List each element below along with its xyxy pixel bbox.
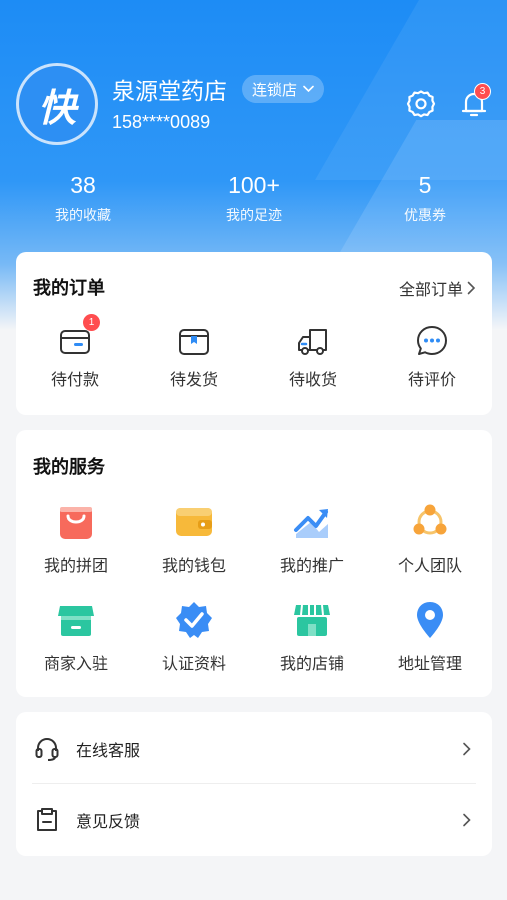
service-wallet[interactable]: 我的钱包 [139,502,249,576]
service-label: 我的推广 [279,556,344,575]
service-address[interactable]: 地址管理 [375,600,485,674]
service-label: 我的店铺 [279,654,344,673]
headset-icon [35,737,59,761]
phone-number: 158****0089 [112,112,211,132]
service-team[interactable]: 个人团队 [375,502,485,576]
service-label: 商家入驻 [43,654,108,673]
order-pending-shipment[interactable]: 待发货 [144,324,244,390]
order-label: 待收货 [288,370,337,389]
feedback-clipboard-icon [37,808,57,831]
stat-value: 100+ [228,172,280,198]
delivery-truck-icon [296,324,330,358]
wallet-card-icon: 1 [58,314,100,358]
menu-customer-service[interactable]: 在线客服 [16,714,492,784]
menu-feedback[interactable]: 意见反馈 [16,785,492,855]
trend-chart-icon [292,502,332,542]
verified-badge-icon [174,600,214,640]
stat-footprints[interactable]: 100+ 我的足迹 [194,172,314,225]
stat-label: 我的足迹 [226,208,282,224]
stat-value: 38 [70,172,96,198]
service-my-shop[interactable]: 我的店铺 [257,600,367,674]
order-pending-review[interactable]: 待评价 [382,324,482,390]
location-pin-icon [410,600,450,640]
chain-store-badge[interactable]: 连锁店 [242,75,325,103]
package-box-icon [177,324,211,358]
wallet-icon [174,502,214,542]
order-pending-payment[interactable]: 1 待付款 [25,314,125,390]
order-label: 待付款 [50,370,99,389]
notification-badge: 3 [474,83,491,100]
stat-label: 优惠券 [404,208,446,224]
services-title: 我的服务 [33,457,105,478]
service-label: 个人团队 [397,556,462,575]
avatar-logo: 快 [37,85,76,130]
all-orders-label: 全部订单 [398,280,463,299]
chain-store-label: 连锁店 [252,80,298,99]
menu-label: 在线客服 [76,741,141,760]
chevron-right-icon [467,281,476,295]
services-card: 我的服务 我的拼团 我的钱包 我的推广 个人团队 商家入驻 认证资料 我的店铺 … [16,430,492,697]
orders-card: 我的订单 全部订单 1 待付款 待发货 待收货 待评价 [16,252,492,415]
orders-title: 我的订单 [33,278,105,299]
menu-label: 意见反馈 [76,812,141,831]
chevron-down-icon [303,85,314,93]
team-icon [410,502,450,542]
shopping-bag-icon [56,502,96,542]
chevron-right-icon [463,742,471,756]
chat-bubble-icon [415,324,449,358]
stat-favorites[interactable]: 38 我的收藏 [23,172,143,225]
settings-button[interactable] [405,88,437,120]
stat-value: 5 [418,172,432,198]
service-merchant-join[interactable]: 商家入驻 [21,600,131,674]
order-label: 待评价 [407,370,456,389]
order-label: 待发货 [169,370,218,389]
chevron-right-icon [463,813,471,827]
menu-card: 在线客服 意见反馈 [16,712,492,856]
menu-divider [32,783,476,784]
shop-icon [292,600,332,640]
service-label: 我的钱包 [161,556,226,575]
service-promotion[interactable]: 我的推广 [257,502,367,576]
gear-icon [406,90,436,118]
service-group-buy[interactable]: 我的拼团 [21,502,131,576]
stat-coupons[interactable]: 5 优惠券 [365,172,485,225]
order-badge: 1 [83,314,100,331]
storefront-icon [56,600,96,640]
all-orders-link[interactable]: 全部订单 [399,276,476,300]
order-pending-receipt[interactable]: 待收货 [263,324,363,390]
avatar[interactable]: 快 [16,63,98,145]
service-label: 我的拼团 [43,556,108,575]
service-label: 地址管理 [397,654,462,673]
stat-label: 我的收藏 [55,208,111,224]
shop-name: 泉源堂药店 [112,79,227,105]
service-certification[interactable]: 认证资料 [139,600,249,674]
service-label: 认证资料 [161,654,226,673]
